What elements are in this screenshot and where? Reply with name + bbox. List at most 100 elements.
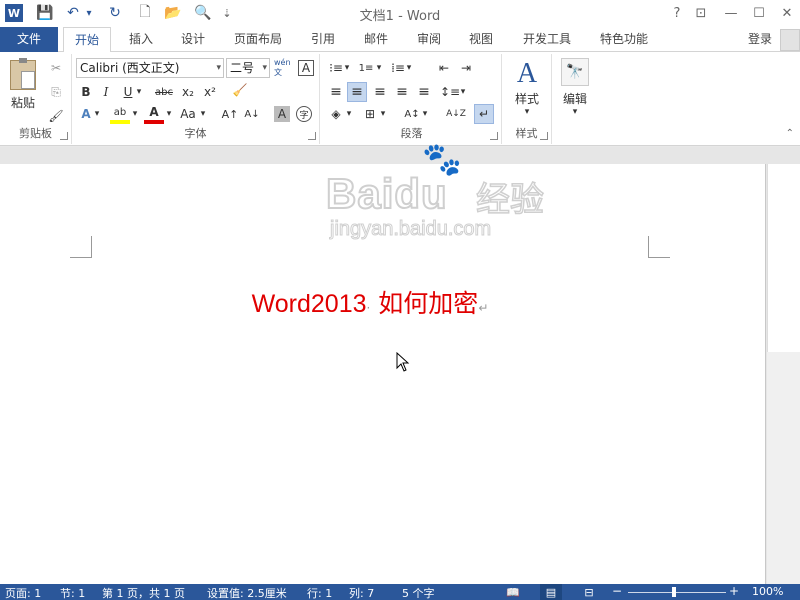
tab-review[interactable]: 审阅 — [408, 27, 450, 52]
sort-icon[interactable]: A↓Z — [446, 104, 466, 124]
chevron-down-icon[interactable]: ▾ — [198, 104, 208, 124]
clipboard-launcher-icon[interactable] — [60, 132, 68, 140]
document-heading[interactable]: Word2013· 如何加密↵ — [0, 284, 740, 320]
chevron-down-icon[interactable]: ▾ — [404, 58, 414, 78]
zoom-in-button[interactable]: + — [729, 584, 739, 598]
status-column[interactable]: 列: 7 — [349, 585, 374, 600]
tab-special-features[interactable]: 特色功能 — [592, 27, 656, 52]
help-icon[interactable]: ? — [666, 3, 688, 23]
font-launcher-icon[interactable] — [308, 132, 316, 140]
collapse-ribbon-icon[interactable]: ⌃ — [786, 128, 794, 139]
ribbon-tabs: 文件 开始 插入 设计 页面布局 引用 邮件 审阅 视图 开发工具 特色功能 登… — [0, 27, 800, 53]
vertical-scrollbar[interactable] — [767, 164, 800, 584]
font-name-select[interactable]: Calibri (西文正文) ▾ — [76, 58, 224, 78]
styles-button-label: 样式 — [514, 92, 539, 106]
user-avatar[interactable] — [780, 29, 800, 51]
paragraph-launcher-icon[interactable] — [490, 132, 498, 140]
show-hide-marks-icon[interactable]: ↵ — [474, 104, 494, 124]
increase-indent-icon[interactable]: ⇥ — [456, 58, 476, 78]
styles-launcher-icon[interactable] — [540, 132, 548, 140]
numbering-icon[interactable]: 1≡ — [356, 58, 376, 78]
status-page[interactable]: 页面: 1 — [5, 585, 41, 600]
change-case-icon[interactable]: Aa — [176, 104, 200, 124]
line-spacing-icon[interactable]: ↕≡ — [440, 82, 460, 102]
tab-view[interactable]: 视图 — [460, 27, 502, 52]
copy-icon[interactable]: ⎘ — [46, 82, 66, 102]
editing-button[interactable]: 🔭 编辑 ▾ — [554, 58, 596, 122]
space-mark: · — [366, 301, 371, 315]
decrease-indent-icon[interactable]: ⇤ — [434, 58, 454, 78]
ribbon-display-options-icon[interactable]: ⊡ — [690, 3, 712, 23]
bold-button[interactable]: B — [76, 82, 96, 102]
read-mode-icon[interactable]: 📖 — [502, 584, 524, 600]
tab-insert[interactable]: 插入 — [120, 27, 162, 52]
editing-group: 🔭 编辑 ▾ — [554, 54, 596, 144]
close-icon[interactable]: ✕ — [776, 3, 798, 23]
font-size-select[interactable]: 二号 ▾ — [226, 58, 270, 78]
status-word-count[interactable]: 5 个字 — [402, 585, 435, 600]
zoom-slider[interactable] — [628, 592, 726, 593]
chevron-down-icon[interactable]: ▾ — [130, 104, 140, 124]
maximize-icon[interactable]: ☐ — [748, 3, 770, 23]
status-page-of[interactable]: 第 1 页，共 1 页 — [102, 585, 185, 600]
document-page[interactable]: Word2013· 如何加密↵ — [0, 164, 766, 584]
tab-design[interactable]: 设计 — [172, 27, 214, 52]
zoom-out-button[interactable]: − — [612, 584, 622, 598]
chevron-down-icon[interactable]: ▾ — [342, 58, 352, 78]
tab-mailings[interactable]: 邮件 — [355, 27, 397, 52]
enclose-characters-icon[interactable]: 字 — [296, 106, 312, 122]
web-layout-icon[interactable]: ⊟ — [578, 584, 600, 600]
tab-developer[interactable]: 开发工具 — [515, 27, 579, 52]
phonetic-guide-icon[interactable]: wén文 — [274, 58, 294, 78]
minimize-icon[interactable]: — — [720, 3, 742, 23]
cut-icon[interactable]: ✂ — [46, 58, 66, 78]
distributed-icon[interactable]: ≡ — [414, 82, 434, 102]
tab-page-layout[interactable]: 页面布局 — [226, 27, 290, 52]
shading-icon[interactable]: ◈ — [326, 104, 346, 124]
chevron-down-icon[interactable]: ▾ — [344, 104, 354, 124]
align-left-icon[interactable]: ≡ — [326, 82, 346, 102]
scrollbar-thumb[interactable] — [767, 164, 800, 352]
subscript-button[interactable]: x₂ — [178, 82, 198, 102]
styles-button[interactable]: A 样式 ▾ — [506, 58, 548, 122]
status-line[interactable]: 行: 1 — [307, 585, 332, 600]
character-shading-icon[interactable]: A — [274, 106, 290, 122]
clear-formatting-icon[interactable]: 🧹 — [230, 80, 250, 100]
zoom-slider-knob[interactable] — [672, 587, 676, 597]
zoom-level[interactable]: 100% — [752, 585, 783, 598]
status-position[interactable]: 设置值: 2.5厘米 — [207, 585, 287, 600]
title-bar: W 💾 ↶ ▾ ↻ 🗋 📂 🔍 ⇣ 文档1 - Word ? ⊡ — ☐ ✕ — [0, 0, 800, 27]
center-align-icon[interactable]: ≡ — [347, 82, 367, 102]
superscript-button[interactable]: x² — [200, 82, 220, 102]
format-painter-icon[interactable]: 🖌 — [46, 106, 66, 126]
highlight-color-icon[interactable]: ab — [110, 104, 130, 124]
clipboard-icon — [10, 58, 36, 90]
chevron-down-icon[interactable]: ▾ — [378, 104, 388, 124]
shrink-font-icon[interactable]: A↓ — [242, 104, 262, 124]
chinese-layout-icon[interactable]: A↕ — [402, 104, 422, 124]
sign-in-link[interactable]: 登录 — [740, 27, 780, 52]
status-section[interactable]: 节: 1 — [60, 585, 85, 600]
font-name-value: Calibri (西文正文) — [80, 61, 180, 75]
chevron-down-icon[interactable]: ▾ — [92, 104, 102, 124]
chevron-down-icon: ▾ — [216, 63, 221, 73]
italic-button[interactable]: I — [96, 82, 116, 102]
character-border-icon[interactable]: A — [298, 60, 314, 76]
chevron-down-icon[interactable]: ▾ — [420, 104, 430, 124]
chevron-down-icon[interactable]: ▾ — [164, 104, 174, 124]
borders-icon[interactable]: ⊞ — [360, 104, 380, 124]
tab-references[interactable]: 引用 — [302, 27, 344, 52]
tab-home[interactable]: 开始 — [63, 27, 111, 53]
chevron-down-icon[interactable]: ▾ — [374, 58, 384, 78]
chevron-down-icon[interactable]: ▾ — [458, 82, 468, 102]
paste-button[interactable]: 粘贴 — [6, 58, 40, 112]
font-group-label: 字体 — [184, 127, 207, 140]
justify-icon[interactable]: ≡ — [392, 82, 412, 102]
strikethrough-button[interactable]: abc — [152, 82, 176, 102]
align-right-icon[interactable]: ≡ — [370, 82, 390, 102]
chevron-down-icon[interactable]: ▾ — [134, 82, 144, 102]
tab-file[interactable]: 文件 — [0, 27, 58, 52]
print-layout-icon[interactable]: ▤ — [540, 584, 562, 600]
font-color-icon[interactable]: A — [144, 104, 164, 124]
grow-font-icon[interactable]: A↑ — [220, 104, 240, 124]
